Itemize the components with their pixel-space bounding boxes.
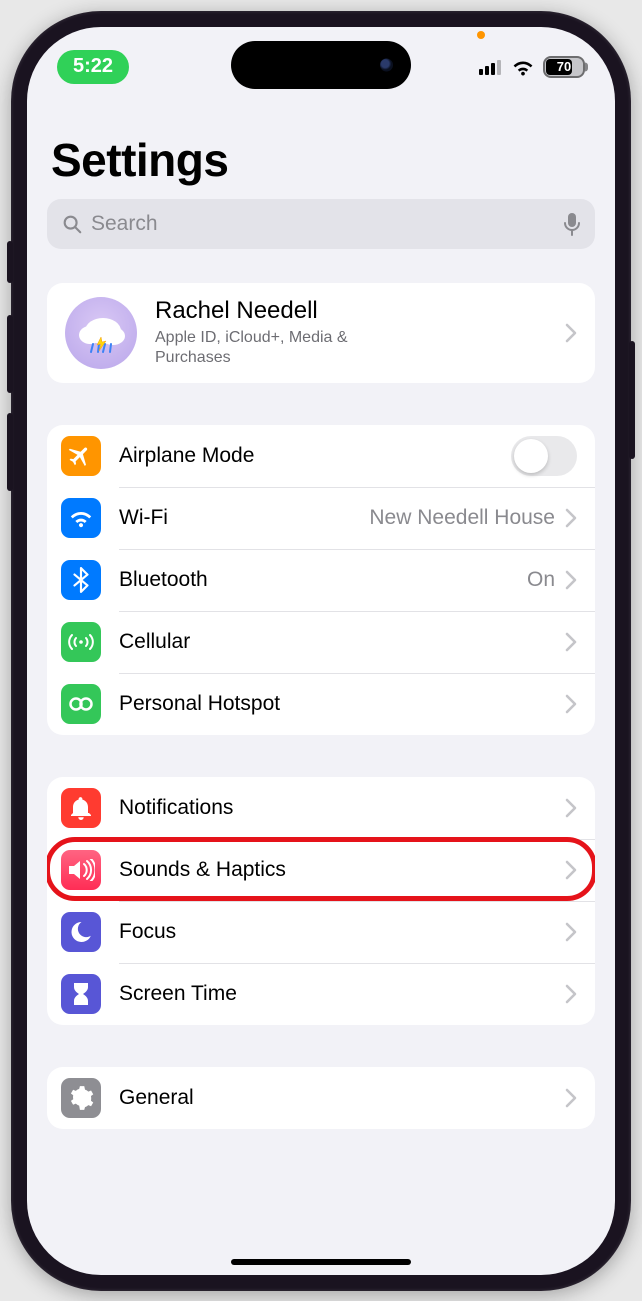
hotspot-icon — [61, 684, 101, 724]
status-right: 70 — [479, 56, 585, 78]
avatar-cloud-icon — [75, 311, 127, 355]
chevron-right-icon — [565, 984, 577, 1004]
camera-indicator-dot — [477, 31, 485, 39]
wifi-label: Wi-Fi — [119, 506, 369, 530]
apple-id-row[interactable]: Rachel Needell Apple ID, iCloud+, Media … — [47, 283, 595, 383]
chevron-right-icon — [565, 694, 577, 714]
chevron-right-icon — [565, 922, 577, 942]
wifi-row[interactable]: Wi-Fi New Needell House — [47, 487, 595, 549]
chevron-right-icon — [565, 860, 577, 880]
notifications-icon — [61, 788, 101, 828]
screen-time-row[interactable]: Screen Time — [47, 963, 595, 1025]
airplane-mode-row[interactable]: Airplane Mode — [47, 425, 595, 487]
screen-time-icon — [61, 974, 101, 1014]
hotspot-row[interactable]: Personal Hotspot — [47, 673, 595, 735]
sounds-label: Sounds & Haptics — [119, 858, 565, 882]
profile-group: Rachel Needell Apple ID, iCloud+, Media … — [47, 283, 595, 383]
mic-icon[interactable] — [563, 212, 581, 236]
avatar — [65, 297, 137, 369]
volume-down-button — [7, 413, 13, 491]
alerts-group: Notifications Sounds & Haptics Focus — [47, 777, 595, 1025]
phone-frame: 5:22 70 Settings — [11, 11, 631, 1291]
bluetooth-label: Bluetooth — [119, 568, 527, 592]
status-time-pill[interactable]: 5:22 — [57, 50, 129, 84]
cellular-label: Cellular — [119, 630, 565, 654]
mute-switch — [7, 241, 13, 283]
sounds-haptics-row[interactable]: Sounds & Haptics — [47, 839, 595, 901]
wifi-settings-icon — [61, 498, 101, 538]
general-group: General — [47, 1067, 595, 1129]
page-title: Settings — [51, 133, 595, 187]
connectivity-group: Airplane Mode Wi-Fi New Needell House Bl… — [47, 425, 595, 735]
bluetooth-row[interactable]: Bluetooth On — [47, 549, 595, 611]
search-icon — [61, 213, 83, 235]
chevron-right-icon — [565, 632, 577, 652]
hotspot-label: Personal Hotspot — [119, 692, 565, 716]
wifi-icon — [511, 58, 535, 76]
battery-icon: 70 — [543, 56, 585, 78]
general-row[interactable]: General — [47, 1067, 595, 1129]
airplane-mode-label: Airplane Mode — [119, 444, 511, 468]
dynamic-island — [231, 41, 411, 89]
focus-icon — [61, 912, 101, 952]
home-indicator[interactable] — [231, 1259, 411, 1265]
screen-time-label: Screen Time — [119, 982, 565, 1006]
bluetooth-value: On — [527, 568, 555, 592]
search-bar[interactable] — [47, 199, 595, 249]
chevron-right-icon — [565, 798, 577, 818]
bluetooth-icon — [61, 560, 101, 600]
general-label: General — [119, 1086, 565, 1110]
airplane-icon — [61, 436, 101, 476]
profile-name: Rachel Needell — [155, 297, 565, 326]
profile-subtitle: Apple ID, iCloud+, Media & Purchases — [155, 328, 405, 368]
chevron-right-icon — [565, 323, 577, 343]
chevron-right-icon — [565, 570, 577, 590]
sounds-icon — [61, 850, 101, 890]
chevron-right-icon — [565, 1088, 577, 1108]
side-button — [629, 341, 635, 459]
airplane-toggle[interactable] — [511, 436, 577, 476]
screen: 5:22 70 Settings — [27, 27, 615, 1275]
notifications-label: Notifications — [119, 796, 565, 820]
focus-label: Focus — [119, 920, 565, 944]
notifications-row[interactable]: Notifications — [47, 777, 595, 839]
wifi-value: New Needell House — [369, 506, 555, 530]
focus-row[interactable]: Focus — [47, 901, 595, 963]
cellular-icon — [479, 59, 503, 75]
chevron-right-icon — [565, 508, 577, 528]
search-input[interactable] — [91, 212, 555, 236]
cellular-settings-icon — [61, 622, 101, 662]
volume-up-button — [7, 315, 13, 393]
cellular-row[interactable]: Cellular — [47, 611, 595, 673]
battery-percent: 70 — [545, 58, 583, 76]
general-icon — [61, 1078, 101, 1118]
